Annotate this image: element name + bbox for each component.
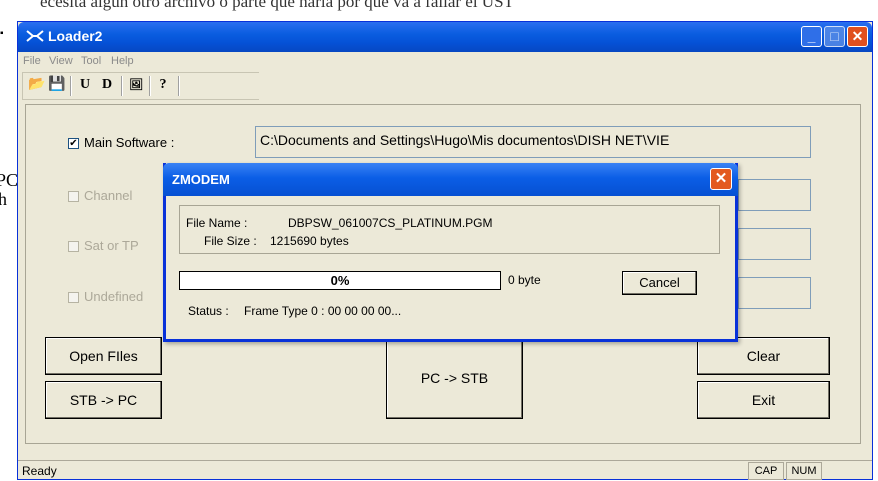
toolbar-separator [121, 76, 123, 96]
d-icon[interactable]: D [98, 76, 116, 94]
title-bar[interactable]: Loader2 _ □ ✕ [18, 22, 872, 52]
main-software-checkbox[interactable]: ✔ [68, 138, 79, 149]
maximize-button[interactable]: □ [824, 26, 845, 47]
sat-tp-path-field[interactable] [738, 228, 811, 260]
image-icon[interactable]: 🖼 [127, 76, 145, 94]
menu-help[interactable]: Help [111, 55, 134, 67]
help-icon[interactable]: ? [154, 76, 172, 94]
status-text: Ready [22, 464, 57, 478]
undefined-label: Undefined [84, 289, 144, 304]
undefined-path-field[interactable] [738, 277, 811, 309]
pc-to-stb-button[interactable]: PC -> STB [386, 337, 523, 419]
toolbar-separator [70, 76, 72, 96]
file-size-label: File Size : [204, 234, 257, 248]
menu-view[interactable]: View [49, 55, 73, 67]
toolbar: 📂 💾 U D 🖼 ? [22, 72, 259, 100]
menu-bar: File View Tool Help [18, 52, 872, 70]
dialog-close-button[interactable]: ✕ [710, 168, 732, 190]
window-title: Loader2 [48, 28, 103, 44]
app-icon [26, 28, 44, 44]
file-size-value: 1215690 bytes [270, 234, 349, 248]
channel-checkbox [68, 191, 79, 202]
status-bar: Ready CAP NUM [18, 460, 872, 481]
u-icon[interactable]: U [76, 76, 94, 94]
main-software-label: Main Software : [84, 135, 175, 150]
cancel-button[interactable]: Cancel [622, 271, 697, 295]
progress-percent: 0% [330, 273, 350, 288]
sat-tp-checkbox [68, 241, 79, 252]
background-text-line: ecesita algún otro archivo o parte que h… [40, 0, 514, 11]
close-button[interactable]: ✕ [847, 26, 868, 47]
menu-tool[interactable]: Tool [81, 55, 101, 67]
undefined-checkbox [68, 292, 79, 303]
zmodem-dialog: ZMODEM ✕ File Name : DBPSW_061007CS_PLAT… [163, 163, 738, 342]
sat-tp-label: Sat or TP [84, 238, 139, 253]
file-name-label: File Name : [186, 216, 248, 230]
transferred-bytes: 0 byte [508, 273, 541, 287]
status-label: Status : [188, 304, 229, 318]
background-marker: ▪ [0, 28, 4, 39]
open-folder-icon[interactable]: 📂 [28, 76, 46, 94]
main-software-path-field[interactable]: C:\Documents and Settings\Hugo\Mis docum… [255, 126, 811, 158]
stb-to-pc-button[interactable]: STB -> PC [45, 381, 162, 419]
menu-file[interactable]: File [23, 55, 41, 67]
file-info-group: File Name : DBPSW_061007CS_PLATINUM.PGM … [179, 205, 720, 254]
background-fragment: PC [0, 170, 19, 190]
minimize-button[interactable]: _ [801, 26, 822, 47]
background-fragment: h [0, 189, 7, 209]
channel-path-field[interactable] [738, 179, 811, 211]
num-indicator: NUM [786, 462, 822, 480]
clear-button[interactable]: Clear [697, 337, 830, 375]
toolbar-separator [149, 76, 151, 96]
save-icon[interactable]: 💾 [48, 76, 66, 94]
dialog-title-bar[interactable]: ZMODEM ✕ [163, 163, 738, 196]
channel-label: Channel [84, 188, 133, 203]
status-value: Frame Type 0 : 00 00 00 00... [244, 304, 402, 318]
progress-bar: 0% [179, 271, 501, 290]
dialog-title: ZMODEM [172, 172, 230, 187]
toolbar-separator [178, 76, 180, 96]
caps-indicator: CAP [748, 462, 784, 480]
exit-button[interactable]: Exit [697, 381, 830, 419]
file-name-value: DBPSW_061007CS_PLATINUM.PGM [288, 216, 493, 230]
open-files-button[interactable]: Open FIles [45, 337, 162, 375]
